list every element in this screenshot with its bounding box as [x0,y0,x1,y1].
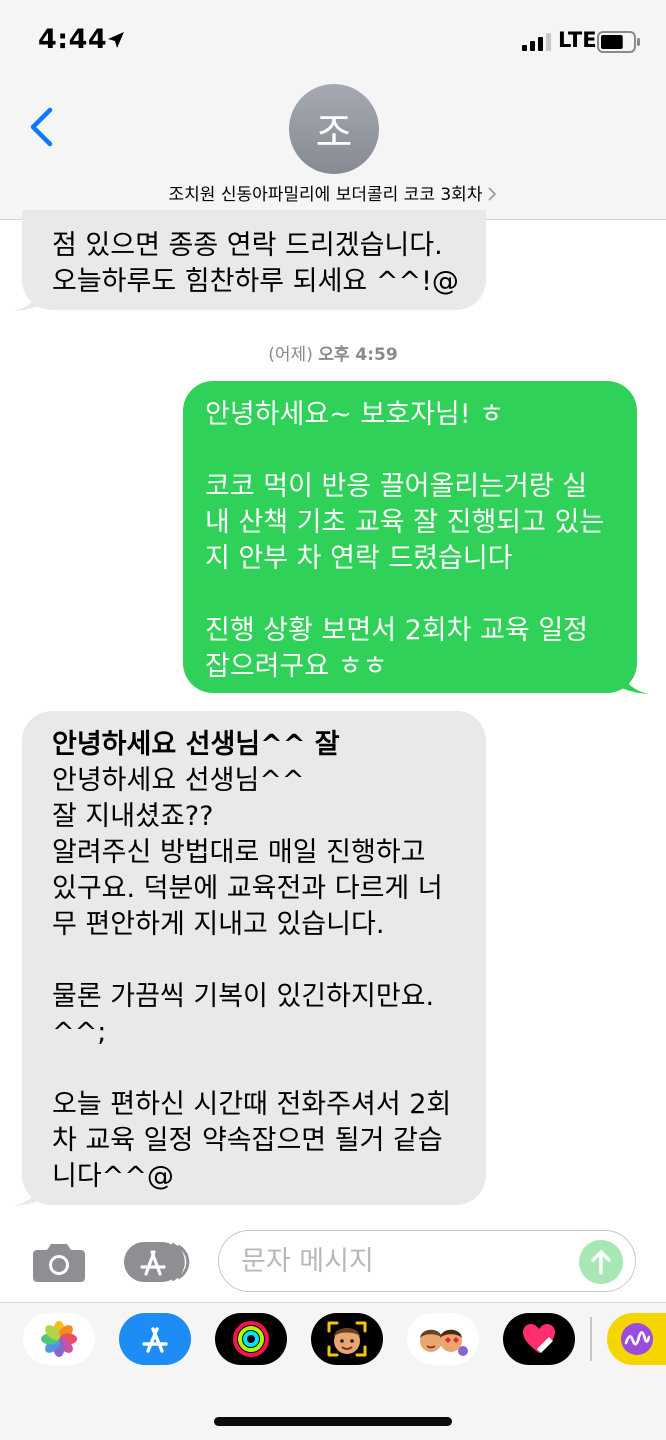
photos-app-button[interactable] [23,1313,95,1365]
message-text-line: 물론 가끔씩 기복이 있긴하지만요. [52,981,435,1012]
camera-icon[interactable] [31,1240,87,1284]
network-type: LTE [558,28,597,52]
message-timestamp: (어제) 오후 4:59 [0,340,666,365]
message-text-line: 내 산책 기초 교육 잘 진행되고 있는 [205,507,605,538]
message-text-line: 오늘 편하신 시간때 전화주셔서 2회 [52,1089,452,1120]
status-bar: 4:44 LTE [0,0,666,80]
message-text-line: ^^; [52,1017,107,1048]
animoji-stickers-icon [420,1329,468,1356]
music-app-button[interactable] [607,1313,666,1365]
battery-icon [597,31,640,53]
memoji-icon [327,1321,367,1357]
contact-details-link[interactable]: 조치원 신동아파밀리에 보더콜리 코코 3회차 [0,180,666,205]
message-text-line: 안녕하세요~ 보호자님! ㅎ [205,399,505,430]
message-text-line: 코코 먹이 반응 끌어올리는거랑 실 [205,471,588,502]
message-text-line: 오늘하루도 힘찬하루 되세요 ^^!@ [52,266,459,297]
message-text-line: 잡으려구요 ㅎㅎ [205,651,388,682]
incoming-message-bubble[interactable]: 점 있으면 종종 연락 드리겠습니다. 오늘하루도 힘찬하루 되세요 ^^!@ [22,210,486,310]
message-text-line: 차 교육 일정 약속잡으면 될거 같습 [52,1125,443,1156]
photos-icon [41,1321,77,1357]
outgoing-message-bubble[interactable]: 안녕하세요~ 보호자님! ㅎ 코코 먹이 반응 끌어올리는거랑 실 내 산책 기… [183,381,637,693]
timestamp-day: (어제) [268,345,313,365]
message-text-line: 잘 지내셨죠?? [52,801,214,832]
message-preview-heading: 안녕하세요 선생님^^ 잘 [52,729,340,760]
activity-icon [233,1321,269,1357]
message-input[interactable] [218,1230,636,1292]
stickers-app-button[interactable] [407,1313,479,1365]
signal-strength-icon [522,33,551,51]
message-text-line: 안녕하세요 선생님^^ [52,765,305,796]
message-text-line: 무 편안하게 지내고 있습니다. [52,909,385,940]
location-arrow-icon [108,32,124,48]
incoming-bubble-tail [14,286,42,311]
status-time: 4:44 [38,24,108,55]
app-store-button[interactable] [119,1313,191,1365]
send-arrow-icon [591,1250,611,1275]
home-indicator [214,1417,452,1426]
chevron-right-icon [489,187,497,200]
send-button[interactable] [579,1240,623,1284]
outgoing-bubble-tail [620,669,648,694]
conversation-header: 조 조치원 신동아파밀리에 보더콜리 코코 3회차 [0,80,666,220]
avatar-initial: 조 [315,110,353,156]
contact-name: 조치원 신동아파밀리에 보더콜리 코코 3회차 [168,185,483,205]
music-app-icon [621,1323,653,1355]
timestamp-time: 오후 4:59 [318,345,398,365]
incoming-message-bubble[interactable]: 안녕하세요 선생님^^ 잘 안녕하세요 선생님^^ 잘 지내셨죠?? 알려주신 … [22,711,486,1205]
message-text-line: 니다^^@ [52,1161,174,1192]
app-drawer-divider [590,1317,592,1361]
contact-avatar[interactable]: 조 [289,84,379,174]
activity-app-button[interactable] [215,1313,287,1365]
digital-touch-icon [523,1324,555,1353]
message-text-line: 진행 상황 보면서 2회차 교육 일정 [205,615,589,646]
app-store-apps-icon[interactable] [122,1240,190,1284]
imessage-app-drawer [0,1302,666,1440]
app-store-icon [142,1327,168,1353]
message-text-line: 지 안부 차 연락 드렸습니다 [205,543,513,574]
message-text-line: 알려주신 방법대로 매일 진행하고 [52,837,426,868]
memoji-app-button[interactable] [311,1313,383,1365]
message-text-line: 점 있으면 종종 연락 드리겠습니다. [52,230,443,261]
digital-touch-app-button[interactable] [503,1313,575,1365]
message-text-line: 있구요. 덕분에 교육전과 다르게 너 [52,873,443,904]
back-chevron-icon[interactable] [26,106,56,148]
incoming-bubble-tail [14,1181,42,1206]
